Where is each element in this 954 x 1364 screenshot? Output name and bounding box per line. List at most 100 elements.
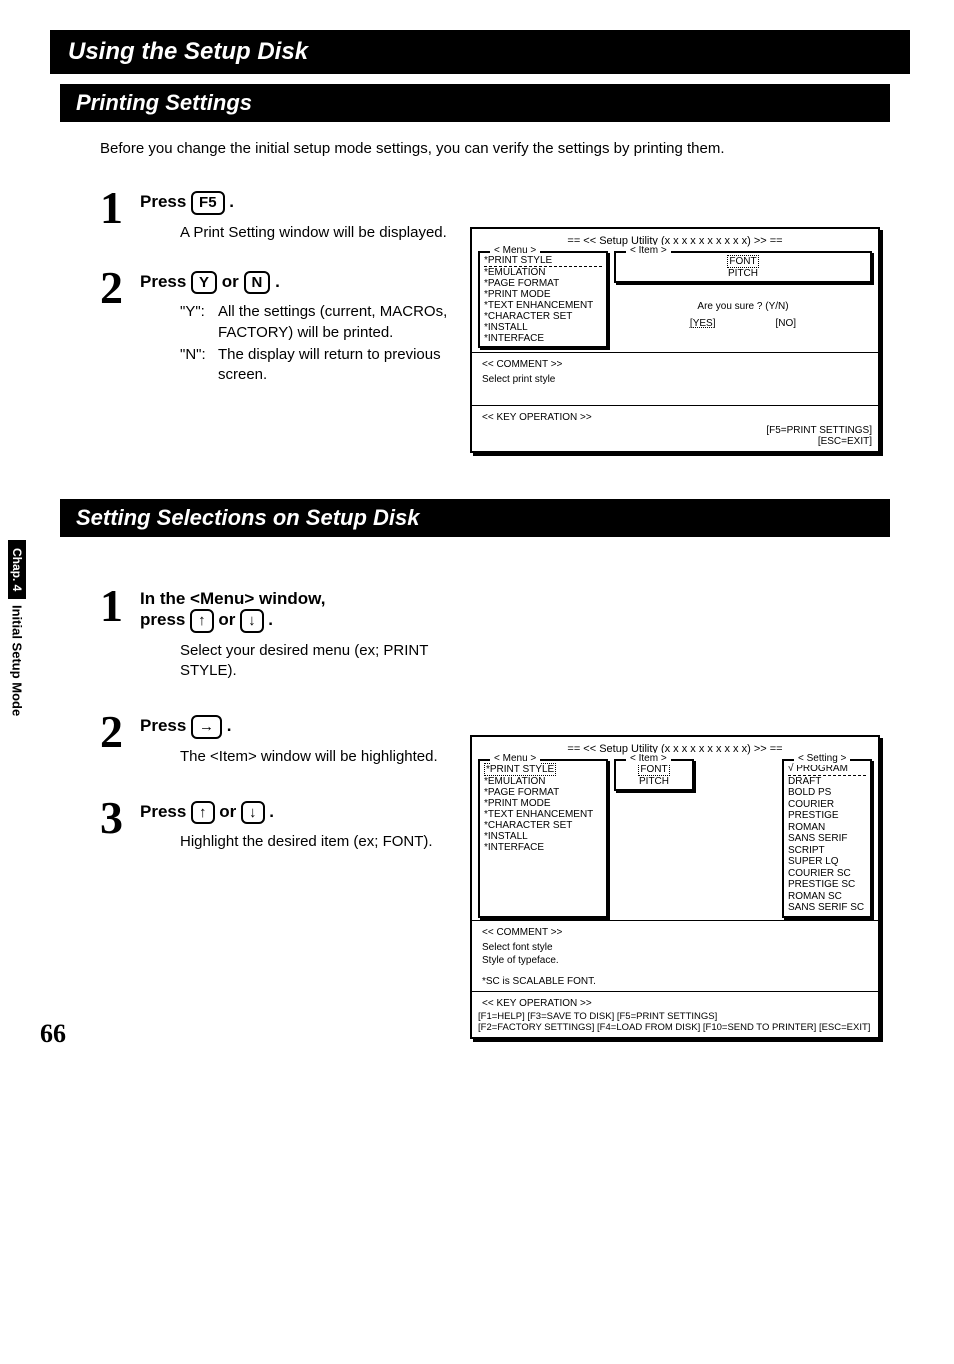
su2-comment-line1: Select font style <box>482 942 868 953</box>
section1-step1: 1 Press F5 . A Print Setting window will… <box>100 187 470 243</box>
side-tab-chapter: Chap. 4 <box>8 540 26 599</box>
s2-step3-suffix: . <box>269 802 274 821</box>
s2-step2-desc: The <Item> window will be highlighted. <box>180 747 470 767</box>
su2-keyop-label: << KEY OPERATION >> <box>482 998 592 1009</box>
item-item: PITCH <box>620 776 688 787</box>
menu-item: *TEXT ENHANCEMENT <box>484 300 602 311</box>
keycap-arrow-up-icon: ↑ <box>190 609 214 633</box>
step-number: 1 <box>100 187 140 228</box>
menu-item: *PRINT STYLE <box>484 255 602 267</box>
su1-menu-panel: < Menu > *PRINT STYLE *EMULATION *PAGE F… <box>478 251 608 348</box>
su1-key-right1: [F5=PRINT SETTINGS] <box>478 425 872 436</box>
su2-keyops-line1: [F1=HELP] [F3=SAVE TO DISK] [F5=PRINT SE… <box>478 1011 872 1022</box>
setting-item: COURIER SC <box>788 868 866 880</box>
item-item: FONT <box>727 255 758 268</box>
step2-row2-key: "N": <box>180 345 218 386</box>
setting-item: SANS SERIF <box>788 833 866 845</box>
su1-item-panel: < Item > FONT PITCH <box>614 251 872 283</box>
menu-item: *PAGE FORMAT <box>484 787 602 798</box>
item-item: PITCH <box>620 268 866 279</box>
step1-head-prefix: Press <box>140 192 191 211</box>
menu-item: *INTERFACE <box>484 842 602 853</box>
chapter-side-tab: Chap. 4 Initial Setup Mode <box>4 540 30 840</box>
menu-item: *INSTALL <box>484 322 602 333</box>
su1-keyop-label: << KEY OPERATION >> <box>482 412 592 423</box>
su2-setting-panel: < Setting > √ PROGRAM DRAFT BOLD PS COUR… <box>782 759 872 918</box>
setup-utility-screenshot-1: == << Setup Utility (x x x x x x x x x x… <box>470 227 880 453</box>
step2-head-suffix: . <box>275 272 280 291</box>
menu-item: *PRINT STYLE <box>484 763 556 776</box>
section1-step2: 2 Press Y or N . "Y": All the settings (… <box>100 267 470 388</box>
menu-item: *EMULATION <box>484 267 602 278</box>
section2-step1: 1 In the <Menu> window, press ↑ or ↓ . S… <box>100 585 470 681</box>
su1-comment-label: << COMMENT >> <box>482 359 562 370</box>
section2-step2: 2 Press → . The <Item> window will be hi… <box>100 711 470 767</box>
step2-or: or <box>222 272 244 291</box>
section-setting-selections-title: Setting Selections on Setup Disk <box>60 499 890 537</box>
step-number: 2 <box>100 267 140 308</box>
s2-step3-desc: Highlight the desired item (ex; FONT). <box>180 832 470 852</box>
section-printing-settings-title: Printing Settings <box>60 84 890 122</box>
setup-utility-screenshot-2: == << Setup Utility (x x x x x x x x x x… <box>470 735 880 1039</box>
keycap-f5: F5 <box>191 191 225 215</box>
menu-item: *PRINT MODE <box>484 289 602 300</box>
section1-intro: Before you change the initial setup mode… <box>100 140 914 157</box>
su2-menu-panel: < Menu > *PRINT STYLE *EMULATION *PAGE F… <box>478 759 608 918</box>
s2-step3-prefix: Press <box>140 802 191 821</box>
su2-comment-line2: Style of typeface. <box>482 955 868 966</box>
section2-step3: 3 Press ↑ or ↓ . Highlight the desired i… <box>100 797 470 853</box>
su1-yes: [YES] <box>690 318 716 329</box>
setting-item: ROMAN <box>788 822 866 834</box>
su1-no: [NO] <box>776 318 797 329</box>
setting-item: DRAFT <box>788 776 866 788</box>
su2-note-sc: *SC is SCALABLE FONT. <box>482 976 868 987</box>
su2-comment-label: << COMMENT >> <box>482 927 562 938</box>
step2-head-prefix: Press <box>140 272 191 291</box>
keycap-arrow-up-icon: ↑ <box>191 801 215 825</box>
page-number: 66 <box>40 1019 66 1049</box>
su1-menu-label: < Menu > <box>490 245 540 256</box>
su2-setting-label: < Setting > <box>794 753 850 765</box>
s2-step1-desc: Select your desired menu (ex; PRINT STYL… <box>180 641 470 682</box>
menu-item: *TEXT ENHANCEMENT <box>484 809 602 820</box>
su2-menu-label: < Menu > <box>490 753 540 764</box>
setting-item: COURIER <box>788 799 866 811</box>
menu-item: *PAGE FORMAT <box>484 278 602 289</box>
page-title-bar: Using the Setup Disk <box>50 30 910 74</box>
setting-item: PRESTIGE <box>788 810 866 822</box>
step2-row1-val: All the settings (current, MACROs, FACTO… <box>218 302 470 343</box>
su1-key-right2: [ESC=EXIT] <box>478 436 872 447</box>
menu-item: *CHARACTER SET <box>484 311 602 322</box>
menu-item: *INTERFACE <box>484 333 602 344</box>
step-number: 1 <box>100 585 140 626</box>
step1-head-suffix: . <box>229 192 234 211</box>
s2-step2-suffix: . <box>227 716 232 735</box>
su1-comment-text: Select print style <box>482 374 868 385</box>
step-number: 3 <box>100 797 140 838</box>
keycap-arrow-right-icon: → <box>191 715 222 739</box>
s2-step1-prefix: press <box>140 610 190 629</box>
step-number: 2 <box>100 711 140 752</box>
setting-item: SCRIPT <box>788 845 866 857</box>
setting-item: SUPER LQ <box>788 856 866 868</box>
setting-item: BOLD PS <box>788 787 866 799</box>
item-item: FONT <box>638 763 669 776</box>
menu-item: *EMULATION <box>484 776 602 787</box>
keycap-arrow-down-icon: ↓ <box>241 801 265 825</box>
setting-item: ROMAN SC <box>788 891 866 903</box>
menu-item: *PRINT MODE <box>484 798 602 809</box>
su2-keyops-line2: [F2=FACTORY SETTINGS] [F4=LOAD FROM DISK… <box>478 1022 872 1033</box>
step2-row1-key: "Y": <box>180 302 218 343</box>
step1-desc: A Print Setting window will be displayed… <box>180 223 470 243</box>
su2-item-panel: < Item > FONT PITCH <box>614 759 694 791</box>
keycap-y: Y <box>191 271 217 295</box>
side-tab-section: Initial Setup Mode <box>8 599 27 722</box>
menu-item: *CHARACTER SET <box>484 820 602 831</box>
su2-item-label: < Item > <box>626 753 671 764</box>
s2-step1-line1: In the <Menu> window, <box>140 589 470 609</box>
keycap-n: N <box>244 271 271 295</box>
s2-step3-or: or <box>219 802 241 821</box>
page-title: Using the Setup Disk <box>68 38 308 65</box>
s2-step1-or: or <box>218 610 240 629</box>
s2-step2-prefix: Press <box>140 716 191 735</box>
